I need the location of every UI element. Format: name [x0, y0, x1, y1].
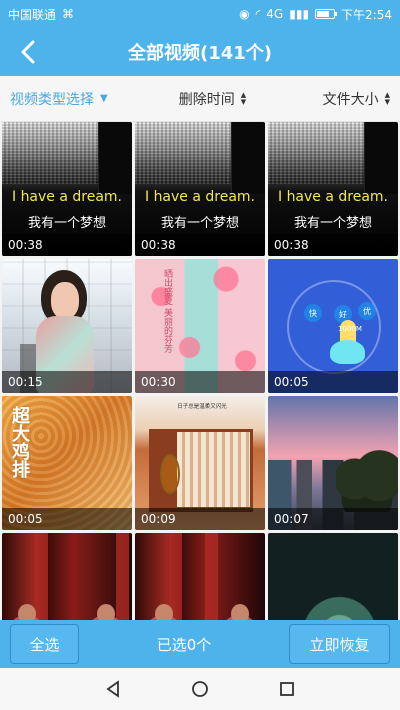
video-thumbnail[interactable] [2, 533, 132, 620]
pillar-art [116, 533, 129, 620]
square-recents-icon [279, 682, 294, 696]
video-thumbnail[interactable]: 快 好 优 1000M 00:05 [268, 259, 398, 393]
duration-bar: 00:38 [2, 234, 132, 256]
monk-head-art [18, 604, 36, 620]
video-duration: 00:38 [8, 238, 43, 252]
dropdown-icon: ▼ [100, 92, 108, 104]
video-duration: 00:07 [274, 512, 309, 526]
video-thumbnail[interactable]: I have a dream. 我有一个梦想 00:38 [268, 122, 398, 256]
status-bar: 中国联通 ⌘ ◉ ◜ 4G ▮▮▮ 下午2:54 [0, 0, 400, 28]
thumbnail-caption: 日子总是温柔又闪光 [177, 404, 227, 410]
system-navigation-bar [0, 668, 400, 710]
select-all-button[interactable]: 全选 [10, 624, 79, 664]
speed-label: 1000M [338, 325, 362, 333]
video-duration: 00:15 [8, 375, 43, 389]
carrier-name: 中国联通 [8, 7, 57, 22]
network-type: 4G [266, 7, 284, 21]
triangle-back-icon [106, 680, 120, 698]
chair-illustration [330, 340, 365, 364]
filter-bar: 视频类型选择 ▼ 删除时间 ▲ ▼ 文件大小 ▲ ▼ [0, 76, 400, 122]
restore-button[interactable]: 立即恢复 [288, 624, 390, 664]
video-thumbnail[interactable]: 00:15 [2, 259, 132, 393]
video-thumbnail[interactable]: 00:07 [268, 396, 398, 530]
video-type-filter[interactable]: 视频类型选择 ▼ [10, 89, 150, 109]
monk-head-art [155, 604, 173, 620]
speaker-silhouette [231, 122, 265, 194]
bottom-action-bar: 全选 已选0个 立即恢复 [0, 620, 400, 668]
signal-icon: ▮▮▮ [289, 7, 310, 21]
monk-head-art [97, 604, 115, 620]
speaker-silhouette [98, 122, 132, 194]
pillar-art [35, 533, 48, 620]
delete-time-label: 删除时间 [178, 91, 235, 108]
speaker-silhouette [364, 122, 398, 194]
back-button[interactable] [10, 36, 46, 68]
subtitle-chinese: 我有一个梦想 [27, 216, 106, 231]
duration-bar: 00:05 [2, 508, 132, 530]
eye-icon: ◉ [239, 7, 250, 21]
subtitle-chinese: 我有一个梦想 [160, 216, 239, 231]
sort-icon: ▲ ▼ [240, 90, 247, 106]
video-duration: 00:05 [8, 512, 43, 526]
system-home-button[interactable] [185, 674, 215, 704]
lamp-art [160, 454, 180, 494]
duration-bar: 00:15 [2, 371, 132, 393]
video-duration: 00:38 [141, 238, 176, 252]
page-title: 全部视频(141个) [127, 43, 273, 64]
thumbnail-title: 超大鸡排 [9, 406, 30, 478]
pillar-art [205, 533, 218, 620]
video-thumbnail[interactable]: I have a dream. 我有一个梦想 00:38 [2, 122, 132, 256]
status-time: 下午2:54 [341, 7, 392, 22]
video-thumbnail[interactable]: 超大鸡排 00:05 [2, 396, 132, 530]
video-type-label: 视频类型选择 [10, 91, 94, 108]
video-thumbnail[interactable]: 日子总是温柔又闪光 00:09 [135, 396, 265, 530]
status-right: ◉ ◜ 4G ▮▮▮ 下午2:54 [239, 6, 392, 23]
duration-bar: 00:30 [135, 371, 265, 393]
duration-bar: 00:38 [268, 234, 398, 256]
chevron-left-icon [21, 40, 35, 64]
home-circle-icon [192, 681, 208, 697]
video-duration: 00:09 [141, 512, 176, 526]
video-thumbnail[interactable] [268, 533, 398, 620]
video-thumbnail[interactable]: 晒出盛夏 美丽的芬芳 00:30 [135, 259, 265, 393]
feature-chip-icon: 快 [304, 304, 322, 322]
duration-bar: 00:05 [268, 371, 398, 393]
video-thumbnail[interactable] [135, 533, 265, 620]
usb-icon: ⌘ [62, 7, 75, 21]
feature-chip-icon: 优 [358, 302, 376, 320]
curtain-art [177, 432, 250, 507]
subtitle-english: I have a dream. [144, 189, 256, 205]
system-back-button[interactable] [98, 674, 128, 704]
portrait-face-art [51, 282, 79, 319]
battery-icon [315, 9, 338, 19]
subtitle-english: I have a dream. [277, 189, 389, 205]
duration-bar: 00:09 [135, 508, 265, 530]
system-recents-button[interactable] [272, 674, 302, 704]
sort-icon: ▲ ▼ [384, 90, 390, 106]
status-left: 中国联通 ⌘ [8, 6, 74, 23]
file-size-label: 文件大小 [322, 91, 379, 108]
subtitle-english: I have a dream. [11, 189, 123, 205]
video-duration: 00:30 [141, 375, 176, 389]
wifi-icon: ◜ [255, 7, 261, 21]
video-duration: 00:38 [274, 238, 309, 252]
subtitle-chinese: 我有一个梦想 [293, 216, 372, 231]
monk-head-art [231, 604, 249, 620]
thumbnail-vertical-text: 晒出盛夏 美丽的芬芳 [162, 269, 172, 353]
title-bar: 全部视频(141个) [0, 28, 400, 76]
selected-count: 已选0个 [156, 635, 212, 654]
tree-art [336, 446, 398, 512]
duration-bar: 00:38 [135, 234, 265, 256]
file-size-sort[interactable]: 文件大小 ▲ ▼ [275, 89, 390, 109]
duration-bar: 00:07 [268, 508, 398, 530]
video-duration: 00:05 [274, 375, 309, 389]
video-grid: I have a dream. 我有一个梦想 00:38 I have a dr… [2, 122, 398, 620]
video-thumbnail[interactable]: I have a dream. 我有一个梦想 00:38 [135, 122, 265, 256]
delete-time-sort[interactable]: 删除时间 ▲ ▼ [150, 89, 275, 109]
